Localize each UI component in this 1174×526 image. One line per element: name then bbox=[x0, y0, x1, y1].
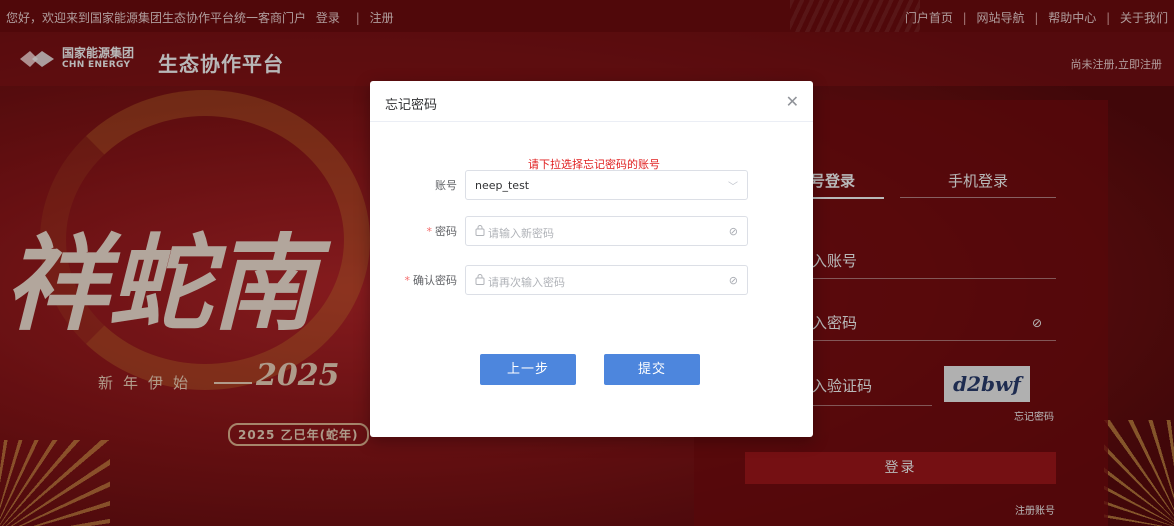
chevron-down-icon: ﹀ bbox=[728, 182, 738, 193]
confirm-password-input[interactable]: 请再次输入密码 ⊘ bbox=[465, 265, 748, 295]
confirm-password-row: * 确认密码 请再次输入密码 ⊘ bbox=[370, 265, 813, 295]
dialog-header: 忘记密码 ✕ bbox=[370, 81, 813, 122]
eye-slash-icon[interactable]: ⊘ bbox=[729, 225, 738, 238]
submit-button[interactable]: 提交 bbox=[604, 354, 700, 385]
account-select[interactable]: neep_test ﹀ bbox=[465, 170, 748, 200]
page: 您好，欢迎来到国家能源集团生态协作平台统一客商门户 登录 | 注册 门户首页 |… bbox=[0, 0, 1174, 526]
eye-slash-icon[interactable]: ⊘ bbox=[729, 274, 738, 287]
forgot-password-dialog: 忘记密码 ✕ 请下拉选择忘记密码的账号 账号 neep_test ﹀ * 密码 请… bbox=[370, 81, 813, 437]
account-row: 账号 neep_test ﹀ bbox=[370, 170, 813, 200]
account-label: 账号 bbox=[435, 179, 457, 192]
confirm-password-placeholder: 请再次输入密码 bbox=[488, 276, 565, 289]
account-value: neep_test bbox=[475, 179, 530, 192]
dialog-title: 忘记密码 bbox=[385, 98, 438, 113]
close-icon[interactable]: ✕ bbox=[786, 92, 799, 111]
previous-step-button[interactable]: 上一步 bbox=[480, 354, 576, 385]
new-password-input[interactable]: 请输入新密码 ⊘ bbox=[465, 216, 748, 246]
new-password-row: * 密码 请输入新密码 ⊘ bbox=[370, 216, 813, 246]
password-label: * 密码 bbox=[426, 225, 458, 238]
lock-icon bbox=[475, 274, 485, 285]
confirm-password-label: * 确认密码 bbox=[404, 274, 458, 287]
lock-icon bbox=[475, 225, 485, 236]
new-password-placeholder: 请输入新密码 bbox=[488, 227, 554, 240]
